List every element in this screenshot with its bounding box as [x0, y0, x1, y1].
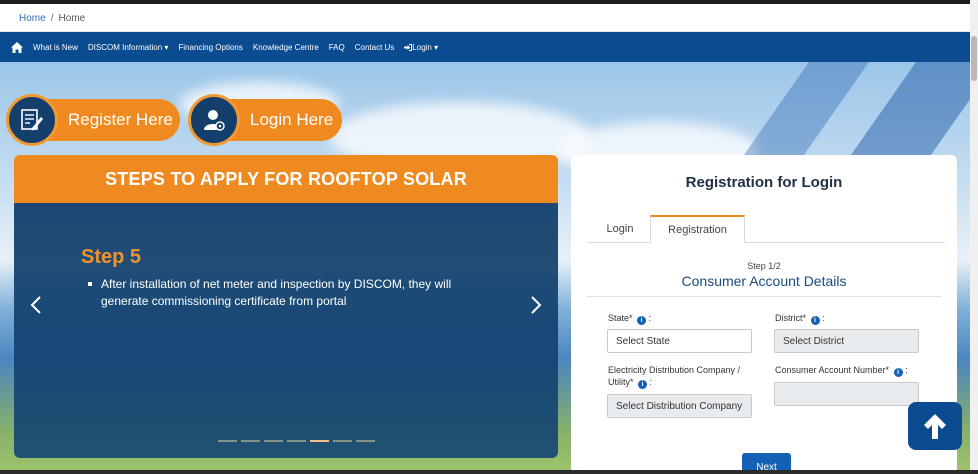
chevron-right-icon[interactable] — [530, 295, 542, 315]
info-icon[interactable]: i — [810, 316, 820, 325]
info-icon[interactable]: i — [893, 368, 903, 377]
steps-slide: Step 5 After installation of net meter a… — [14, 203, 558, 458]
step-text: After installation of net meter and insp… — [101, 277, 452, 308]
breadcrumb-separator: / — [50, 13, 54, 24]
register-here-button[interactable]: Register Here — [6, 94, 180, 146]
state-label-text: State* — [608, 313, 636, 323]
carousel-indicator[interactable] — [310, 440, 329, 442]
section-divider — [587, 296, 941, 297]
account-label-text: Consumer Account Number* — [775, 365, 892, 375]
register-icon-circle — [6, 94, 58, 146]
tab-login[interactable]: Login — [587, 215, 653, 243]
state-label: State* i : — [608, 313, 652, 325]
discom-label-line1: Electricity Distribution Company / — [608, 365, 741, 375]
carousel-indicator[interactable] — [287, 440, 306, 442]
nav-login[interactable]: Login ▾ — [404, 43, 438, 52]
carousel-indicator[interactable] — [264, 440, 283, 442]
step-description: After installation of net meter and insp… — [88, 276, 488, 310]
nav-knowledge-centre[interactable]: Knowledge Centre — [253, 43, 319, 52]
nav-what-is-new[interactable]: What is New — [33, 43, 78, 52]
login-icon-circle — [188, 94, 240, 146]
step-indicator: Step 1/2 — [747, 261, 781, 271]
registration-card: Registration for Login Login Registratio… — [571, 155, 957, 474]
account-number-label: Consumer Account Number* i : — [775, 365, 908, 377]
nav-faq[interactable]: FAQ — [329, 43, 345, 52]
account-number-input[interactable] — [774, 382, 919, 406]
carousel-indicator[interactable] — [241, 440, 260, 442]
carousel-indicator[interactable] — [356, 440, 375, 442]
step-title: Step 5 — [81, 246, 142, 268]
home-icon[interactable] — [11, 41, 23, 53]
steps-carousel: STEPS TO APPLY FOR ROOFTOP SOLAR Step 5 … — [14, 155, 558, 458]
discom-label-line2: Utility* — [608, 377, 637, 387]
bullet-marker — [88, 282, 92, 286]
breadcrumb: Home / Home — [0, 4, 978, 32]
registration-title: Registration for Login — [685, 174, 843, 191]
breadcrumb-current: Home — [58, 13, 86, 24]
carousel-indicators — [218, 440, 375, 442]
carousel-indicator[interactable] — [333, 440, 352, 442]
district-select[interactable]: Select District — [774, 329, 919, 353]
district-label: District* i : — [775, 313, 825, 325]
page-scrollbar[interactable] — [970, 0, 978, 474]
nav-discom-information[interactable]: DISCOM Information ▾ — [88, 43, 168, 52]
login-here-label: Login Here — [250, 110, 334, 129]
arrow-up-icon — [924, 414, 946, 439]
breadcrumb-home-link[interactable]: Home — [19, 13, 46, 24]
steps-header: STEPS TO APPLY FOR ROOFTOP SOLAR — [14, 155, 558, 203]
discom-label: Electricity Distribution Company / Utili… — [608, 365, 741, 389]
tab-registration[interactable]: Registration — [650, 215, 745, 243]
nav-contact-us[interactable]: Contact Us — [355, 43, 395, 52]
registration-tabs: Login Registration — [587, 215, 945, 243]
nav-login-label: Login ▾ — [412, 42, 439, 52]
distribution-company-select[interactable]: Select Distribution Company — [607, 394, 752, 418]
carousel-indicator[interactable] — [218, 440, 237, 442]
bottom-strip — [0, 470, 978, 474]
info-icon[interactable]: i — [637, 316, 647, 325]
section-title: Consumer Account Details — [681, 273, 847, 289]
main-navbar: What is New DISCOM Information ▾ Financi… — [0, 32, 970, 62]
district-label-text: District* — [775, 313, 809, 323]
state-select[interactable]: Select State — [607, 329, 752, 353]
scroll-to-top-button[interactable] — [908, 402, 962, 450]
register-here-label: Register Here — [68, 110, 173, 129]
login-here-button[interactable]: Login Here — [188, 94, 342, 146]
scrollbar-thumb[interactable] — [971, 36, 977, 81]
register-form-icon — [21, 109, 43, 131]
user-login-icon — [204, 110, 225, 131]
info-icon[interactable]: i — [638, 380, 648, 389]
nav-financing-options[interactable]: Financing Options — [178, 43, 242, 52]
chevron-left-icon[interactable] — [30, 295, 42, 315]
